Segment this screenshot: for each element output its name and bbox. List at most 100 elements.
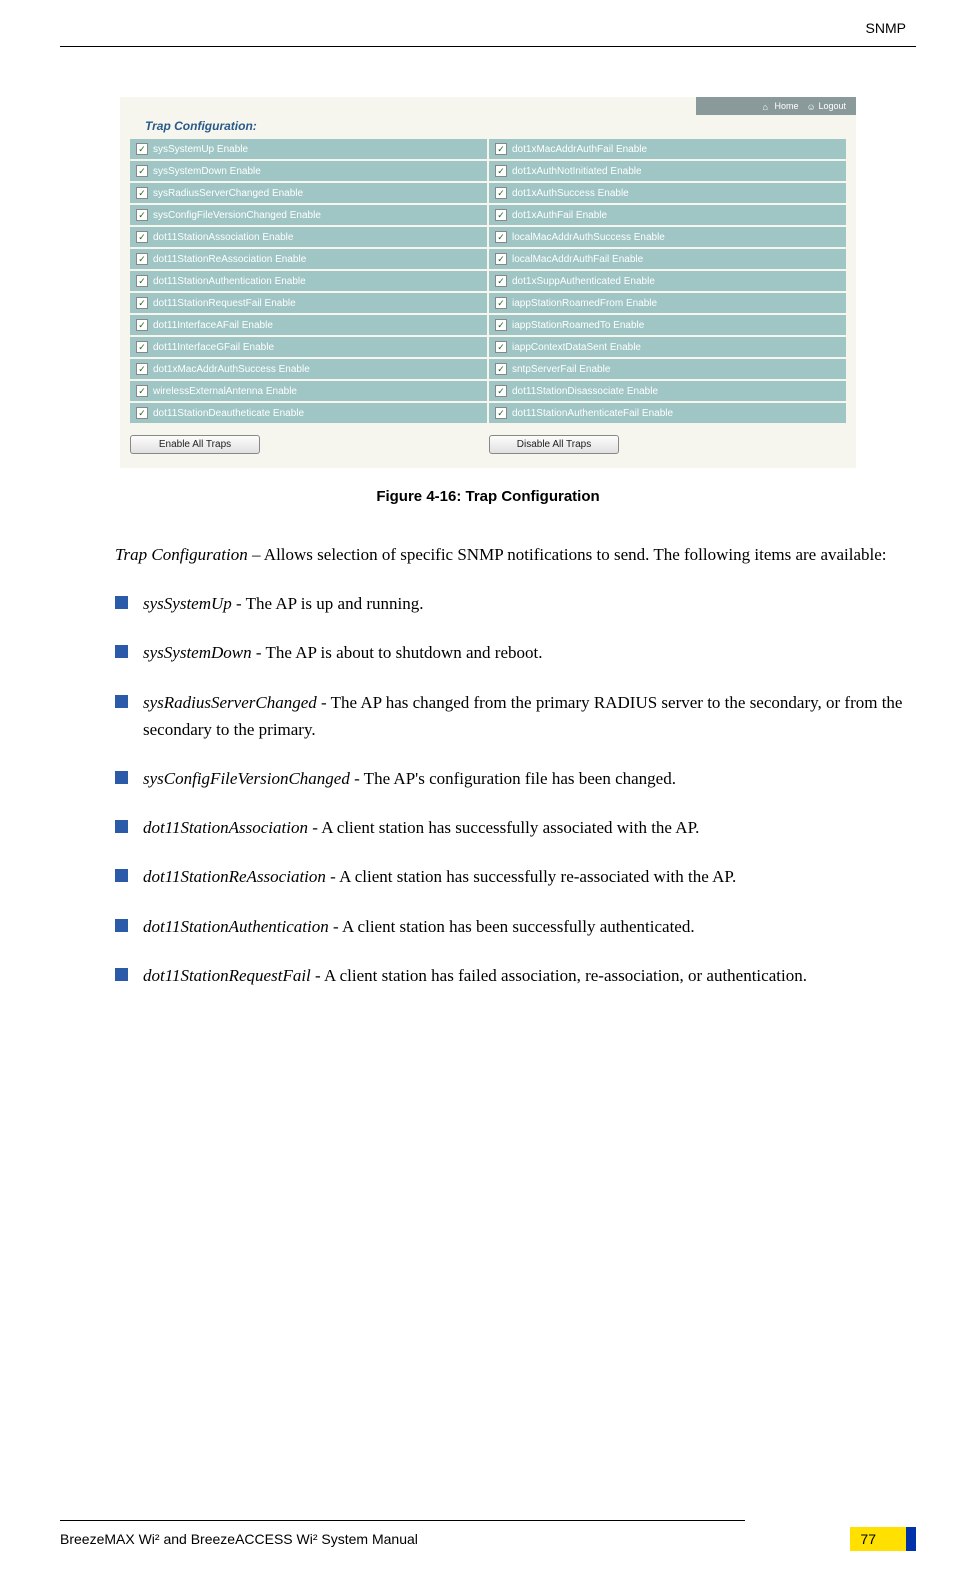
trap-cell: ✓ dot1xAuthFail Enable <box>489 205 846 225</box>
trap-cell: ✓ iappContextDataSent Enable <box>489 337 846 357</box>
trap-label: dot11StationAssociation Enable <box>153 232 293 243</box>
trap-cell: ✓ dot11InterfaceGFail Enable <box>130 337 487 357</box>
trap-label: sysRadiusServerChanged Enable <box>153 188 303 199</box>
screenshot-topbar: Home Logout <box>696 97 856 115</box>
list-item: dot11StationReAssociation - A client sta… <box>115 863 906 890</box>
trap-cell: ✓ dot11StationDeautheticate Enable <box>130 403 487 423</box>
trap-cell: ✓ dot11StationAuthentication Enable <box>130 271 487 291</box>
checkbox-icon[interactable]: ✓ <box>495 407 507 419</box>
trap-label: dot11StationReAssociation Enable <box>153 254 306 265</box>
page-number: 77 <box>850 1527 916 1551</box>
checkbox-icon[interactable]: ✓ <box>495 341 507 353</box>
trap-cell: ✓ dot1xAuthNotInitiated Enable <box>489 161 846 181</box>
checkbox-icon[interactable]: ✓ <box>495 165 507 177</box>
trap-label: sysSystemUp Enable <box>153 144 248 155</box>
trap-label: dot1xMacAddrAuthSuccess Enable <box>153 364 310 375</box>
trap-cell: ✓ sysSystemUp Enable <box>130 139 487 159</box>
checkbox-icon[interactable]: ✓ <box>136 165 148 177</box>
page-footer: BreezeMAX Wi² and BreezeACCESS Wi² Syste… <box>60 1520 916 1551</box>
trap-cell: ✓ localMacAddrAuthSuccess Enable <box>489 227 846 247</box>
checkbox-icon[interactable]: ✓ <box>495 319 507 331</box>
checkbox-icon[interactable]: ✓ <box>495 187 507 199</box>
checkbox-icon[interactable]: ✓ <box>495 297 507 309</box>
list-item: dot11StationAssociation - A client stati… <box>115 814 906 841</box>
trap-label: dot11StationAuthenticateFail Enable <box>512 408 673 419</box>
figure-screenshot: Home Logout Trap Configuration: ✓sysSyst… <box>120 97 856 468</box>
trap-label: sysConfigFileVersionChanged Enable <box>153 210 321 221</box>
trap-cell: ✓ dot11InterfaceAFail Enable <box>130 315 487 335</box>
intro-paragraph: Trap Configuration – Allows selection of… <box>60 541 916 568</box>
trap-label: iappContextDataSent Enable <box>512 342 641 353</box>
trap-label: dot1xAuthNotInitiated Enable <box>512 166 642 177</box>
trap-label: sysSystemDown Enable <box>153 166 261 177</box>
section-header: SNMP <box>60 20 916 44</box>
trap-label: dot11InterfaceAFail Enable <box>153 320 273 331</box>
trap-cell: ✓ sysSystemDown Enable <box>130 161 487 181</box>
trap-label: localMacAddrAuthFail Enable <box>512 254 643 265</box>
checkbox-icon[interactable]: ✓ <box>495 231 507 243</box>
trap-label: iappStationRoamedTo Enable <box>512 320 644 331</box>
trap-cell: ✓ dot11StationAuthenticateFail Enable <box>489 403 846 423</box>
list-item: sysSystemDown - The AP is about to shutd… <box>115 639 906 666</box>
checkbox-icon[interactable]: ✓ <box>495 275 507 287</box>
checkbox-icon[interactable]: ✓ <box>136 231 148 243</box>
trap-cell: ✓ sysConfigFileVersionChanged Enable <box>130 205 487 225</box>
checkbox-icon[interactable]: ✓ <box>495 143 507 155</box>
checkbox-icon[interactable]: ✓ <box>136 253 148 265</box>
list-item: sysRadiusServerChanged - The AP has chan… <box>115 689 906 743</box>
list-item: dot11StationRequestFail - A client stati… <box>115 962 906 989</box>
trap-cell: ✓ sntpServerFail Enable <box>489 359 846 379</box>
checkbox-icon[interactable]: ✓ <box>136 143 148 155</box>
trap-cell: ✓ dot1xMacAddrAuthFail Enable <box>489 139 846 159</box>
checkbox-icon[interactable]: ✓ <box>136 187 148 199</box>
checkbox-icon[interactable]: ✓ <box>136 341 148 353</box>
trap-definitions-list: sysSystemUp - The AP is up and running. … <box>60 590 916 989</box>
trap-cell: ✓dot1xSuppAuthenticated Enable <box>489 271 846 291</box>
manual-title: BreezeMAX Wi² and BreezeACCESS Wi² Syste… <box>60 1531 418 1547</box>
trap-label: dot11StationRequestFail Enable <box>153 298 296 309</box>
trap-cell: ✓ iappStationRoamedTo Enable <box>489 315 846 335</box>
checkbox-icon[interactable]: ✓ <box>136 209 148 221</box>
checkbox-icon[interactable]: ✓ <box>136 363 148 375</box>
trap-label: dot1xAuthFail Enable <box>512 210 607 221</box>
trap-label: localMacAddrAuthSuccess Enable <box>512 232 665 243</box>
trap-label: dot1xMacAddrAuthFail Enable <box>512 144 647 155</box>
checkbox-icon[interactable]: ✓ <box>495 385 507 397</box>
trap-label: dot11InterfaceGFail Enable <box>153 342 274 353</box>
header-rule <box>60 46 916 47</box>
trap-cell: ✓ dot1xMacAddrAuthSuccess Enable <box>130 359 487 379</box>
checkbox-icon[interactable]: ✓ <box>136 385 148 397</box>
trap-label: iappStationRoamedFrom Enable <box>512 298 657 309</box>
trap-label: sntpServerFail Enable <box>512 364 610 375</box>
checkbox-icon[interactable]: ✓ <box>495 363 507 375</box>
checkbox-icon[interactable]: ✓ <box>136 407 148 419</box>
checkbox-icon[interactable]: ✓ <box>495 209 507 221</box>
trap-label: wirelessExternalAntenna Enable <box>153 386 297 397</box>
trap-cell: ✓ wirelessExternalAntenna Enable <box>130 381 487 401</box>
trap-cell: ✓ dot11StationRequestFail Enable <box>130 293 487 313</box>
trap-label: dot11StationDisassociate Enable <box>512 386 658 397</box>
disable-all-traps-button[interactable]: Disable All Traps <box>489 435 619 454</box>
trap-cell: ✓ dot11StationDisassociate Enable <box>489 381 846 401</box>
trap-grid: ✓ sysSystemUp Enable ✓ dot1xMacAddrAuthFai… <box>120 139 856 429</box>
trap-cell: ✓ iappStationRoamedFrom Enable <box>489 293 846 313</box>
checkbox-icon[interactable]: ✓ <box>495 253 507 265</box>
trap-cell: ✓ localMacAddrAuthFail Enable <box>489 249 846 269</box>
list-item: dot11StationAuthentication - A client st… <box>115 913 906 940</box>
checkbox-icon[interactable]: ✓ <box>136 319 148 331</box>
topbar-home[interactable]: Home <box>762 101 798 111</box>
enable-all-traps-button[interactable]: Enable All Traps <box>130 435 260 454</box>
trap-cell: ✓dot1xAuthSuccess Enable <box>489 183 846 203</box>
trap-label: dot11StationAuthentication Enable <box>153 276 306 287</box>
person-icon <box>806 102 815 111</box>
trap-cell: ✓ dot11StationAssociation Enable <box>130 227 487 247</box>
checkbox-icon[interactable]: ✓ <box>136 297 148 309</box>
list-item: sysConfigFileVersionChanged - The AP's c… <box>115 765 906 792</box>
trap-cell: ✓ sysRadiusServerChanged Enable <box>130 183 487 203</box>
checkbox-icon[interactable]: ✓ <box>136 275 148 287</box>
list-item: sysSystemUp - The AP is up and running. <box>115 590 906 617</box>
figure-caption: Figure 4-16: Trap Configuration <box>60 488 916 505</box>
trap-label: dot11StationDeautheticate Enable <box>153 408 304 419</box>
intro-term: Trap Configuration <box>115 545 248 564</box>
topbar-logout[interactable]: Logout <box>806 101 846 111</box>
